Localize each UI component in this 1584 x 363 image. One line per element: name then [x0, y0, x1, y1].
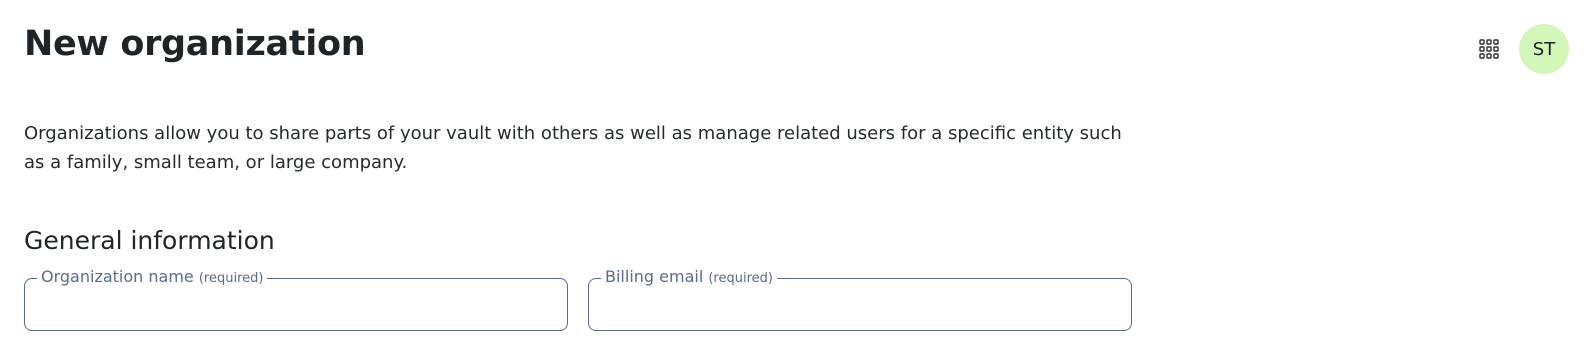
billing-email-label-text: Billing email: [605, 267, 704, 286]
page-title: New organization: [24, 24, 366, 64]
billing-email-input[interactable]: [602, 293, 1118, 323]
organization-name-label: Organization name (required): [37, 267, 267, 289]
general-information-heading: General information: [24, 226, 275, 255]
billing-email-field: Billing email (required): [588, 267, 1132, 331]
avatar[interactable]: ST: [1519, 24, 1569, 74]
apps-menu-button[interactable]: [1469, 29, 1509, 69]
billing-email-label: Billing email (required): [601, 267, 777, 289]
page-description: Organizations allow you to share parts o…: [24, 123, 1122, 173]
organization-name-input[interactable]: [38, 293, 554, 323]
organization-name-required-hint: (required): [198, 271, 264, 286]
header-actions: ST: [1469, 24, 1569, 74]
apps-grid-icon: [1479, 39, 1499, 59]
organization-name-field: Organization name (required): [24, 267, 568, 331]
organization-name-label-text: Organization name: [41, 267, 194, 286]
billing-email-required-hint: (required): [708, 271, 773, 286]
